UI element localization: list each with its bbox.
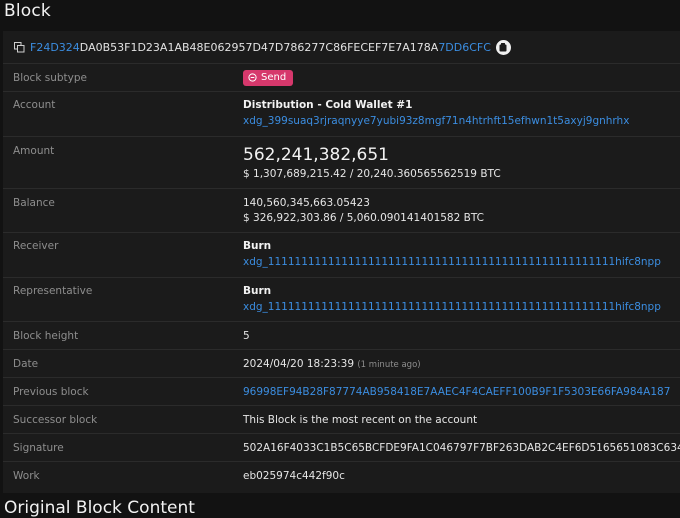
row-work: Work eb025974c442f90c	[3, 462, 680, 490]
representative-address-link[interactable]: xdg_111111111111111111111111111111111111…	[243, 301, 680, 313]
account-name: Distribution - Cold Wallet #1	[243, 99, 413, 111]
balance-value: 140,560,345,663.05423	[243, 197, 370, 209]
amount-fiat: $ 1,307,689,215.42 / 20,240.360565562519…	[243, 168, 501, 180]
section-title-original-block-content: Original Block Content	[4, 498, 195, 518]
row-block-subtype: Block subtype Send	[3, 64, 680, 92]
send-badge: Send	[243, 69, 294, 86]
row-representative: Representative Burn xdg_1111111111111111…	[3, 278, 680, 322]
date-value: 2024/04/20 18:23:39	[243, 357, 355, 370]
label-date: Date	[13, 357, 39, 370]
clipboard-icon	[499, 42, 507, 51]
copy-icon[interactable]	[14, 41, 25, 53]
label-receiver: Receiver	[13, 240, 59, 252]
page-title: Block	[4, 1, 51, 21]
block-hash-row: F24D324 DA0B53F1D23A1AB48E062957D47D78627…	[3, 31, 680, 64]
row-account: Account Distribution - Cold Wallet #1 xd…	[3, 92, 680, 137]
row-amount: Amount 562,241,382,651 $ 1,307,689,215.4…	[3, 137, 680, 189]
block-hash-prefix[interactable]: F24D324	[30, 41, 80, 54]
date-relative: (1 minute ago)	[357, 359, 421, 370]
previous-block-link[interactable]: 96998EF94B28F87774AB958418E7AAEC4F4CAEFF…	[243, 386, 680, 398]
row-signature: Signature 502A16F4033C1B5C65BCFDE9FA1C04…	[3, 434, 680, 462]
row-successor-block: Successor block This Block is the most r…	[3, 406, 680, 434]
signature-value: 502A16F4033C1B5C65BCFDE9FA1C046797F7BF26…	[243, 441, 680, 454]
amount-value: 562,241,382,651	[243, 145, 390, 165]
row-date: Date 2024/04/20 18:23:39 (1 minute ago)	[3, 350, 680, 378]
label-representative: Representative	[13, 285, 93, 297]
block-details-card: F24D324 DA0B53F1D23A1AB48E062957D47D78627…	[3, 31, 680, 493]
label-balance: Balance	[13, 197, 55, 209]
label-previous-block: Previous block	[13, 385, 89, 398]
label-account: Account	[13, 99, 56, 111]
row-block-height: Block height 5	[3, 322, 680, 350]
copy-hash-button[interactable]	[495, 39, 511, 55]
block-hash-middle[interactable]: DA0B53F1D23A1AB48E062957D47D786277C86FEC…	[80, 41, 439, 54]
label-amount: Amount	[13, 145, 55, 157]
successor-block-value: This Block is the most recent on the acc…	[243, 413, 478, 426]
send-badge-label: Send	[261, 72, 287, 83]
receiver-name: Burn	[243, 240, 272, 252]
account-address-link[interactable]: xdg_399suaq3rjraqnyye7yubi93z8mgf71n4htr…	[243, 115, 680, 127]
block-hash-suffix[interactable]: 7DD6CFC	[438, 41, 491, 54]
label-work: Work	[13, 470, 40, 482]
label-block-subtype: Block subtype	[13, 71, 87, 84]
label-signature: Signature	[13, 441, 64, 454]
work-value: eb025974c442f90c	[243, 470, 345, 482]
row-balance: Balance 140,560,345,663.05423 $ 326,922,…	[3, 189, 680, 233]
balance-fiat: $ 326,922,303.86 / 5,060.090141401582 BT…	[243, 212, 484, 224]
row-previous-block: Previous block 96998EF94B28F87774AB95841…	[3, 378, 680, 406]
row-receiver: Receiver Burn xdg_1111111111111111111111…	[3, 233, 680, 278]
label-successor-block: Successor block	[13, 413, 98, 426]
label-block-height: Block height	[13, 329, 79, 342]
representative-name: Burn	[243, 285, 272, 297]
receiver-address-link[interactable]: xdg_111111111111111111111111111111111111…	[243, 256, 680, 268]
block-height-value: 5	[243, 329, 250, 342]
send-icon	[248, 73, 257, 82]
